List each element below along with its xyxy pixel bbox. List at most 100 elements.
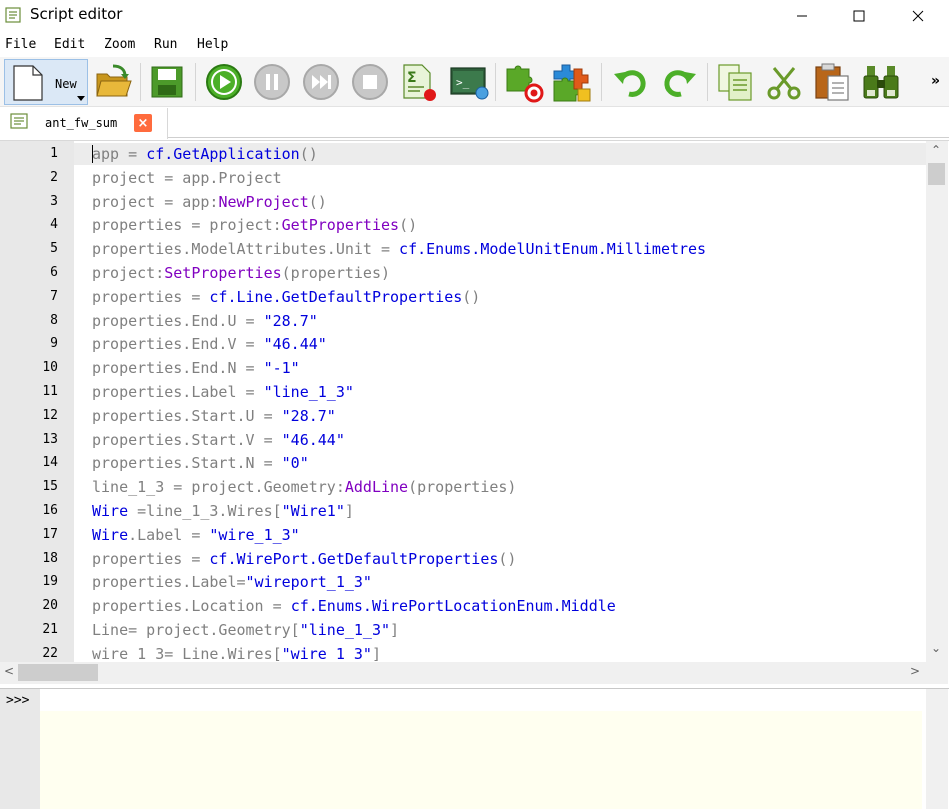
line-number: 15 [42,479,58,495]
run-icon [206,64,242,100]
menu-zoom[interactable]: Zoom [104,37,135,52]
line-number: 2 [50,169,58,185]
scroll-up-icon[interactable]: ⌃ [931,143,941,157]
code-line[interactable]: Wire.Label = "wire_1_3" [92,525,300,545]
line-number: 3 [50,193,58,209]
scrollbar-corner [926,662,948,684]
clear-breakpoints-button[interactable] [550,60,594,104]
code-line[interactable]: properties = project:GetProperties() [92,215,417,235]
toolbar-separator [601,63,602,101]
toolbar-separator [140,63,141,101]
line-number: 17 [42,526,58,542]
undo-button[interactable] [609,60,653,104]
paste-button[interactable] [810,60,854,104]
line-number: 1 [50,146,58,161]
new-file-icon [13,65,43,101]
vertical-scroll-thumb[interactable] [928,163,945,185]
step-button[interactable] [299,60,343,104]
line-number: 14 [42,455,58,471]
svg-text:Σ: Σ [407,70,417,86]
code-line[interactable]: wire_1_3= Line.Wires["wire_1_3"] [92,644,381,663]
code-line[interactable]: properties.Start.U = "28.7" [92,406,336,426]
redo-button[interactable] [657,60,701,104]
maximize-button[interactable] [836,0,882,31]
pause-icon [254,64,290,100]
code-line[interactable]: project = app:NewProject() [92,192,327,212]
toggle-breakpoint-button[interactable] [501,60,545,104]
code-line[interactable]: properties.End.N = "-1" [92,358,300,378]
code-line[interactable]: app = cf.GetApplication() [92,144,318,164]
console-vertical-scrollbar[interactable] [926,689,948,809]
code-line[interactable]: project = app.Project [92,168,282,188]
run-to-cursor-button[interactable]: Σ [396,60,440,104]
scroll-left-icon[interactable]: < [4,664,14,678]
cut-icon [767,67,801,100]
code-line[interactable]: properties.End.V = "46.44" [92,334,327,354]
scroll-down-icon[interactable]: ⌄ [931,641,941,655]
console-input[interactable] [40,711,922,809]
code-line[interactable]: Line= project.Geometry["line_1_3"] [92,620,399,640]
new-button[interactable]: New [4,59,88,105]
tab-bar: ant_fw_sum × [0,108,949,139]
code-line[interactable]: properties.Location = cf.Enums.WirePortL… [92,596,616,616]
code-line[interactable]: properties.Label = "line_1_3" [92,382,354,402]
stop-button[interactable] [348,60,392,104]
code-editor[interactable]: 1 2 3 4 5 6 7 8 9 10 11 12 13 14 15 16 17 18 19 20 21 22 app … [0,140,949,663]
run-to-cursor-icon: Σ [403,64,436,101]
paste-icon [815,63,849,101]
code-line[interactable]: properties.Label="wireport_1_3" [92,572,372,592]
dropdown-arrow-icon [77,96,85,101]
new-button-label: New [55,77,77,91]
horizontal-scroll-thumb[interactable] [18,664,98,681]
menu-help[interactable]: Help [197,37,228,52]
open-button[interactable] [91,60,135,104]
run-button[interactable] [202,60,246,104]
toolbar-separator [495,63,496,101]
scroll-right-icon[interactable]: > [910,664,920,678]
menu-edit[interactable]: Edit [54,37,85,52]
script-editor-app-icon [5,6,23,24]
tab-ant-fw-sum[interactable]: ant_fw_sum × [0,108,168,139]
code-line[interactable]: Wire =line_1_3.Wires["Wire1"] [92,501,354,521]
code-line[interactable]: properties.Start.N = "0" [92,453,309,473]
save-button[interactable] [145,60,189,104]
code-line[interactable]: line_1_3 = project.Geometry:AddLine(prop… [92,477,516,497]
cut-button[interactable] [762,60,806,104]
minimize-button[interactable] [779,0,825,31]
line-number: 19 [42,574,58,590]
copy-button[interactable] [713,60,757,104]
vertical-scrollbar[interactable]: ⌃ ⌄ [926,141,948,663]
pause-button[interactable] [250,60,294,104]
window-title: Script editor [30,5,123,23]
console-output [40,689,922,711]
line-number: 11 [42,384,58,399]
tab-label: ant_fw_sum [45,116,118,130]
line-number: 8 [50,312,58,328]
line-number: 9 [50,336,58,352]
code-line[interactable]: properties.End.U = "28.7" [92,311,318,331]
console-panel: >>> [0,688,949,809]
menu-run[interactable]: Run [154,37,177,52]
code-line[interactable]: project:SetProperties(properties) [92,263,390,283]
code-area[interactable]: app = cf.GetApplication() project = app.P… [74,141,926,663]
code-line[interactable]: properties = cf.WirePort.GetDefaultPrope… [92,549,516,569]
code-line[interactable]: properties = cf.Line.GetDefaultPropertie… [92,287,480,307]
console-prompt: >>> [6,693,30,708]
toolbar-overflow-button[interactable]: » [931,73,940,89]
tab-close-icon[interactable]: × [134,114,152,132]
text-caret [92,145,93,163]
menu-bar: File Edit Zoom Run Help [0,33,949,57]
menu-file[interactable]: File [5,37,36,52]
line-number: 16 [42,503,58,518]
line-number: 13 [42,431,58,447]
horizontal-scrollbar[interactable]: < > [0,662,926,684]
minimize-icon [797,15,807,16]
close-button[interactable] [895,0,941,31]
console-button[interactable]: >_ [447,60,491,104]
code-line[interactable]: properties.ModelAttributes.Unit = cf.Enu… [92,239,706,259]
find-button[interactable] [859,60,903,104]
code-line[interactable]: properties.Start.V = "46.44" [92,430,345,450]
toolbar-separator [195,63,196,101]
open-folder-icon [96,64,132,97]
line-number-gutter: 1 2 3 4 5 6 7 8 9 10 11 12 13 14 15 16 17 18 19 20 21 22 [0,141,74,663]
